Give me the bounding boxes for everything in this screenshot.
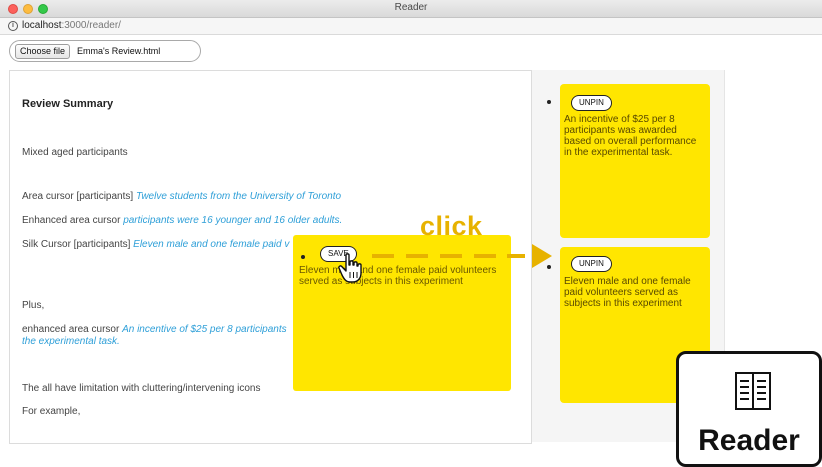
document-line: the experimental task.	[22, 336, 120, 347]
address-bar[interactable]: i localhost:3000/reader/	[0, 18, 822, 35]
highlight-popup: SAVE Eleven male and one female paid vol…	[293, 235, 511, 391]
line-text: Silk Cursor [participants]	[22, 239, 131, 250]
line-text: Mixed aged participants	[22, 147, 128, 158]
document-line: Mixed aged participants	[22, 147, 128, 158]
dashed-arrow-segment	[440, 254, 462, 258]
pinned-card: UNPIN An incentive of $25 per 8 particip…	[560, 84, 710, 238]
document-line: For example,	[22, 406, 80, 417]
unpin-button[interactable]: UNPIN	[571, 256, 612, 272]
arrow-head-icon	[532, 244, 552, 268]
document-line: enhanced area cursor An incentive of $25…	[22, 324, 287, 335]
info-icon[interactable]: i	[8, 21, 18, 31]
document-heading: Review Summary	[22, 98, 114, 110]
click-annotation-label: click	[420, 211, 483, 241]
document-line: Area cursor [participants] Twelve studen…	[22, 191, 341, 202]
url-text[interactable]: localhost:3000/reader/	[22, 20, 121, 31]
reader-logo: Reader	[676, 351, 822, 467]
hand-pointer-icon	[338, 253, 362, 283]
citation-link[interactable]: participants were 16 younger and 16 olde…	[123, 215, 342, 226]
bullet-icon	[547, 100, 551, 104]
document-line: Enhanced area cursor participants were 1…	[22, 215, 342, 226]
line-text: Enhanced area cursor	[22, 215, 121, 226]
file-input[interactable]: Choose file Emma's Review.html	[9, 40, 201, 62]
dashed-arrow-segment	[372, 254, 394, 258]
line-text: Plus,	[22, 300, 45, 311]
choose-file-button[interactable]: Choose file	[15, 44, 71, 59]
line-text: For example,	[22, 406, 81, 417]
dashed-arrow-segment	[406, 254, 428, 258]
pinned-card-text: Eleven male and one female paid voluntee…	[564, 276, 691, 309]
open-book-icon	[735, 372, 771, 410]
citation-link[interactable]: Twelve students from the University of T…	[136, 191, 341, 202]
window-title: Reader	[394, 2, 428, 13]
line-text: The all have limitation with cluttering/…	[22, 383, 261, 394]
url-host: localhost	[22, 20, 62, 31]
dashed-arrow-segment	[474, 254, 496, 258]
line-text: enhanced area cursor	[22, 324, 120, 335]
selected-file-name: Emma's Review.html	[77, 46, 161, 56]
popup-text: Eleven male and one female paid voluntee…	[299, 265, 497, 287]
pinned-card-text: An incentive of $25 per 8 participants w…	[564, 114, 697, 158]
document-line: The all have limitation with cluttering/…	[22, 383, 260, 394]
bullet-icon	[301, 255, 305, 259]
dashed-arrow-segment	[507, 254, 525, 258]
url-path: :3000/reader/	[61, 20, 121, 31]
window-titlebar: Reader	[0, 0, 822, 18]
logo-text: Reader	[698, 424, 800, 457]
document-line: Silk Cursor [participants] Eleven male a…	[22, 239, 289, 250]
citation-link[interactable]: An incentive of $25 per 8 participants	[122, 324, 287, 335]
citation-link[interactable]: the experimental task.	[22, 336, 120, 347]
citation-link[interactable]: Eleven male and one female paid v	[133, 239, 289, 250]
line-text: Area cursor [participants]	[22, 191, 134, 202]
document-line: Plus,	[22, 300, 44, 311]
unpin-button[interactable]: UNPIN	[571, 95, 612, 111]
